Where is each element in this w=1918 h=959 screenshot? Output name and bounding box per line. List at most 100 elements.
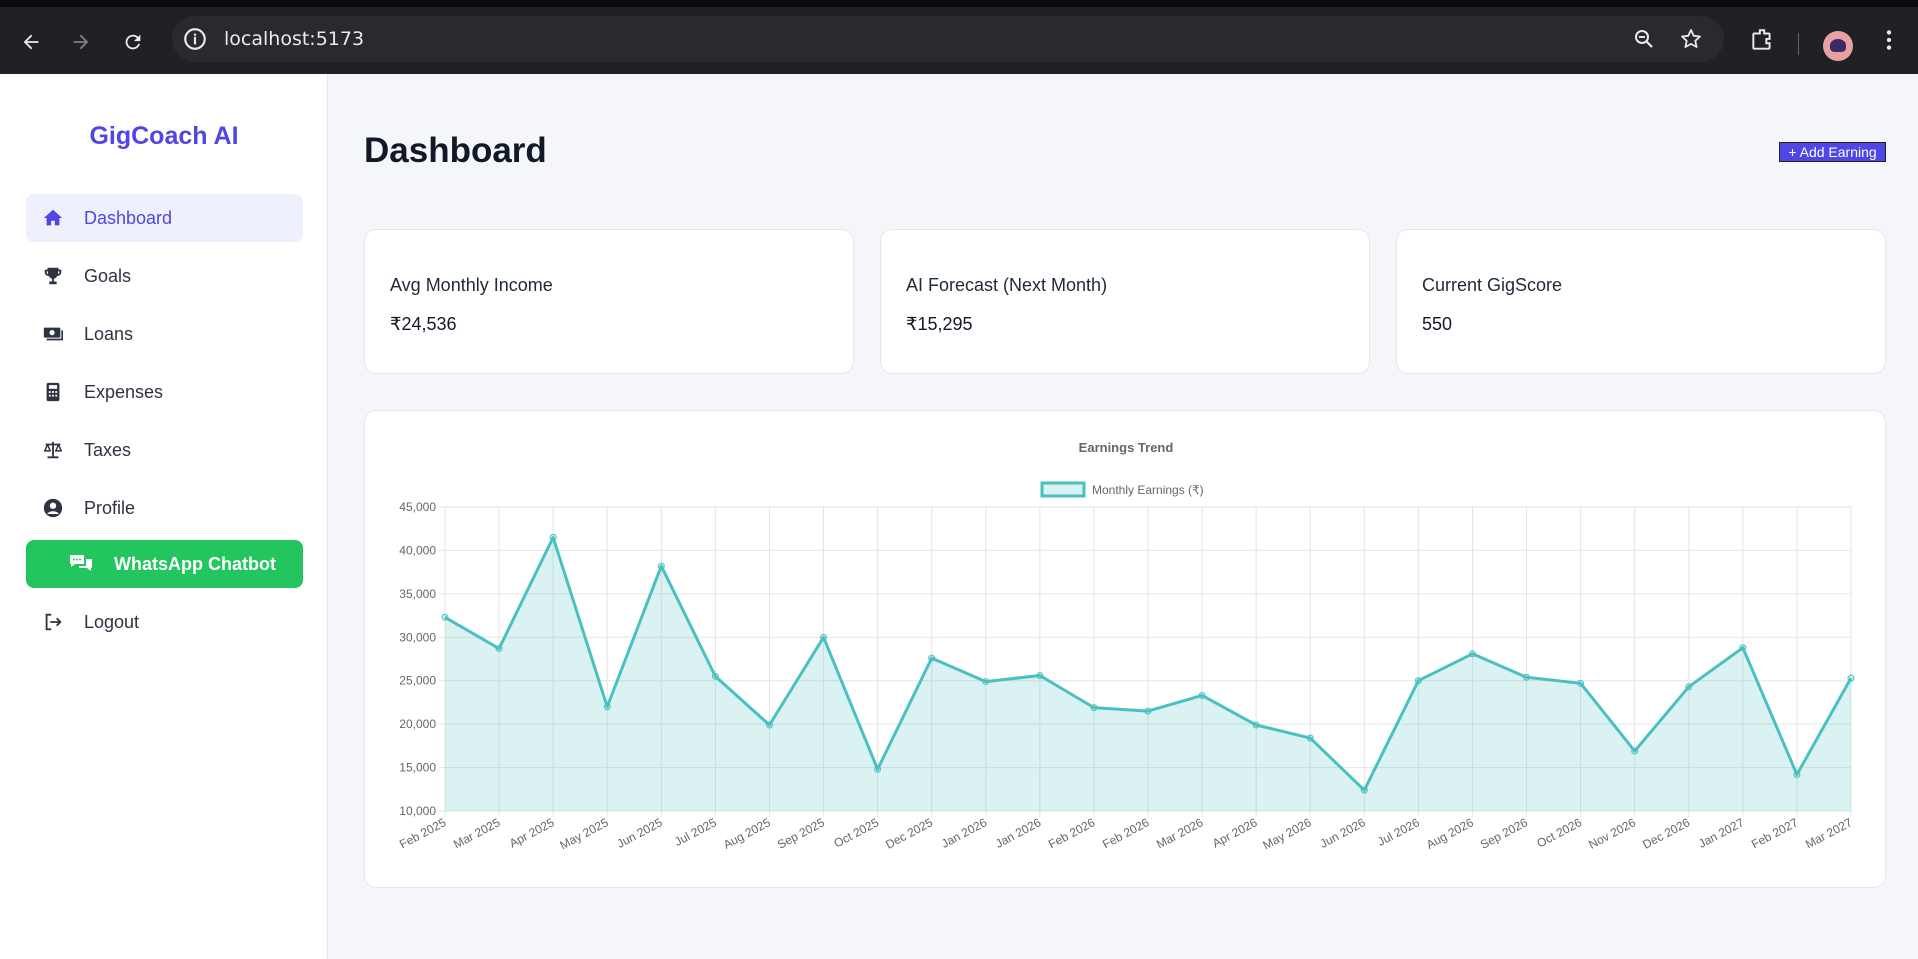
toolbar-divider (1798, 33, 1799, 55)
more-vert-icon[interactable] (1876, 27, 1902, 53)
arrow-left-icon (23, 34, 39, 50)
x-tick-label: Mar 2026 (1154, 815, 1206, 851)
stat-value: ₹24,536 (390, 314, 457, 334)
data-point (549, 533, 557, 541)
x-tick-label: Feb 2026 (1046, 815, 1098, 851)
stat-card-gigscore: Current GigScore 550 (1396, 229, 1886, 374)
money-icon (42, 323, 64, 345)
address-bar[interactable]: localhost:5173 (172, 16, 1724, 62)
whatsapp-chatbot-button[interactable]: WhatsApp Chatbot (26, 540, 303, 588)
x-tick-label: Jun 2026 (1318, 815, 1368, 851)
whatsapp-label: WhatsApp Chatbot (114, 553, 276, 574)
data-point (1847, 674, 1855, 682)
sidebar-item-profile[interactable]: Profile (26, 484, 303, 532)
stat-card-ai-forecast: AI Forecast (Next Month) ₹15,295 (880, 229, 1370, 374)
legend-label: Monthly Earnings (₹) (1092, 483, 1204, 497)
sidebar-item-label: Goals (84, 265, 132, 286)
scale-icon (42, 439, 64, 461)
x-tick-label: Sep 2025 (775, 815, 827, 852)
x-tick-label: Oct 2025 (831, 815, 881, 850)
data-point (1685, 683, 1693, 691)
brand-logo: GigCoach AI (89, 122, 239, 150)
data-point (1090, 704, 1098, 712)
trophy-icon (42, 265, 64, 287)
chat-bubbles-icon (70, 555, 92, 571)
y-tick-label: 25,000 (399, 674, 436, 688)
data-point (1793, 771, 1801, 779)
stat-label: Avg Monthly Income (390, 275, 553, 295)
data-point (711, 672, 719, 680)
y-tick-label: 45,000 (399, 500, 436, 514)
x-tick-label: Dec 2026 (1640, 815, 1692, 852)
data-point (657, 562, 665, 570)
sidebar-item-taxes[interactable]: Taxes (26, 426, 303, 474)
sidebar-item-logout[interactable]: Logout (26, 598, 303, 646)
sidebar-item-label: Dashboard (84, 207, 173, 228)
reload-icon (125, 34, 141, 50)
x-tick-label: May 2025 (558, 815, 611, 852)
page-title: Dashboard (364, 131, 547, 170)
data-point (1306, 734, 1314, 742)
earnings-line-chart: Earnings Trend Monthly Earnings (₹) 10,000… (397, 440, 1855, 852)
data-point (982, 678, 990, 686)
x-tick-label: Jul 2026 (1375, 815, 1422, 849)
data-point (1036, 672, 1044, 680)
data-point (603, 703, 611, 711)
x-tick-label: Feb 2026 (1100, 815, 1152, 851)
browser-toolbar: localhost:5173 (0, 0, 1918, 74)
back-button[interactable] (16, 27, 46, 57)
arrow-right-icon (73, 34, 89, 50)
stat-card-avg-income: Avg Monthly Income ₹24,536 (364, 229, 854, 374)
logout-icon (42, 611, 64, 633)
data-point (441, 613, 449, 621)
legend-swatch (1040, 481, 1086, 498)
x-tick-label: Apr 2025 (507, 815, 557, 850)
sidebar-item-goals[interactable]: Goals (26, 252, 303, 300)
stat-value: ₹15,295 (906, 314, 973, 334)
sidebar: GigCoach AI Dashboard Goals Loans Expens… (0, 74, 328, 959)
earnings-chart-card: Earnings Trend Monthly Earnings (₹) 10,000… (364, 410, 1886, 888)
x-tick-label: Jan 2026 (993, 815, 1043, 851)
sidebar-item-dashboard[interactable]: Dashboard (26, 194, 303, 242)
x-tick-label: Jun 2025 (615, 815, 665, 851)
star-icon[interactable] (1679, 27, 1703, 51)
sidebar-item-label: Expenses (84, 381, 164, 402)
sidebar-item-label: Profile (84, 497, 136, 518)
reload-button[interactable] (118, 27, 148, 57)
y-tick-label: 20,000 (399, 717, 436, 731)
forward-button[interactable] (66, 27, 96, 57)
zoom-icon[interactable] (1632, 27, 1656, 51)
x-tick-label: Dec 2025 (883, 815, 935, 852)
data-point (1360, 786, 1368, 794)
extensions-icon[interactable] (1749, 27, 1775, 53)
x-tick-label: Aug 2026 (1424, 815, 1476, 852)
y-tick-label: 35,000 (399, 587, 436, 601)
y-tick-label: 10,000 (399, 804, 436, 818)
add-earning-button[interactable]: + Add Earning (1779, 142, 1886, 162)
x-tick-label: Feb 2025 (397, 815, 449, 851)
x-tick-label: Nov 2026 (1586, 815, 1638, 852)
data-point (1252, 721, 1260, 729)
x-tick-label: Aug 2025 (721, 815, 773, 852)
chart-title: Earnings Trend (1079, 440, 1174, 455)
data-point (874, 765, 882, 773)
stat-label: Current GigScore (1422, 275, 1563, 295)
stat-value: 550 (1422, 314, 1453, 334)
sidebar-item-loans[interactable]: Loans (26, 310, 303, 358)
data-point (495, 645, 503, 653)
data-point (1739, 644, 1747, 652)
y-tick-label: 30,000 (399, 630, 436, 644)
data-point (1414, 677, 1422, 685)
home-icon (42, 207, 64, 229)
x-tick-label: Feb 2027 (1749, 815, 1801, 851)
sidebar-item-expenses[interactable]: Expenses (26, 368, 303, 416)
url-text: localhost:5173 (224, 28, 365, 50)
data-point (765, 721, 773, 729)
x-tick-label: Apr 2026 (1210, 815, 1260, 850)
data-point (820, 633, 828, 641)
x-tick-label: Mar 2027 (1803, 815, 1855, 851)
profile-avatar[interactable] (1823, 31, 1853, 61)
x-tick-label: Sep 2026 (1478, 815, 1530, 852)
info-icon (184, 28, 206, 50)
sidebar-item-label: Loans (84, 323, 134, 344)
